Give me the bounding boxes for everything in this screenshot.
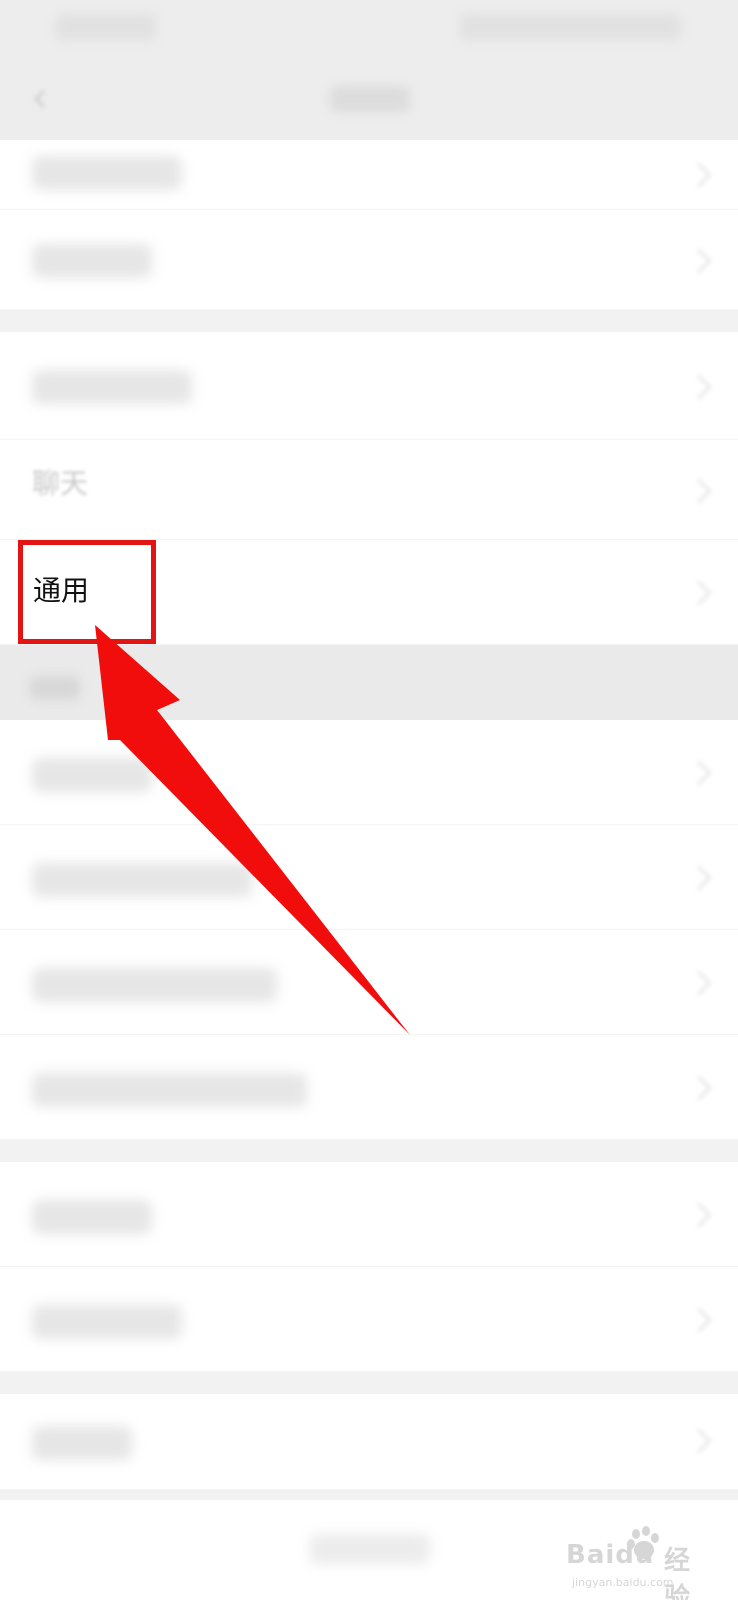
settings-item[interactable] — [0, 930, 738, 1035]
chevron-right-icon — [686, 248, 712, 274]
highlight-box: 通用 — [18, 540, 156, 644]
section-header-label — [30, 676, 80, 700]
chevron-right-icon — [686, 580, 712, 606]
chevron-right-icon — [686, 970, 712, 996]
watermark-url: jingyan.baidu.com — [572, 1576, 674, 1589]
general-label[interactable]: 通用 — [33, 571, 89, 611]
logout-button[interactable] — [310, 1534, 430, 1564]
blurred-label — [32, 1200, 152, 1234]
settings-item[interactable] — [0, 1267, 738, 1372]
group-separator — [0, 310, 738, 332]
settings-item[interactable] — [0, 1035, 738, 1140]
chat-label: 聊天 — [32, 467, 89, 500]
blurred-label — [32, 1073, 307, 1107]
blurred-label — [32, 758, 152, 792]
settings-item[interactable] — [0, 720, 738, 825]
chevron-right-icon — [686, 374, 712, 400]
blurred-label — [32, 156, 182, 190]
status-bar — [0, 0, 738, 60]
back-icon[interactable] — [30, 88, 52, 110]
blurred-label — [32, 244, 152, 278]
section-header — [0, 645, 738, 720]
baidu-paw-icon — [627, 1526, 659, 1559]
settings-item[interactable] — [0, 210, 738, 310]
settings-item-chat[interactable]: 聊天 — [0, 440, 738, 540]
blurred-label — [32, 1305, 182, 1339]
page-title — [330, 86, 410, 112]
watermark-product: 经验 — [664, 1546, 692, 1600]
settings-item[interactable] — [0, 332, 738, 440]
chevron-right-icon — [686, 478, 712, 504]
chevron-right-icon — [686, 162, 712, 188]
chevron-right-icon — [686, 1075, 712, 1101]
blurred-label — [32, 968, 277, 1002]
chevron-right-icon — [686, 1428, 712, 1454]
settings-item[interactable] — [0, 1162, 738, 1267]
settings-item[interactable] — [0, 140, 738, 210]
status-indicators — [460, 14, 680, 40]
blurred-label — [32, 863, 252, 897]
blurred-label — [32, 370, 192, 404]
settings-item[interactable] — [0, 825, 738, 930]
chevron-right-icon — [686, 1307, 712, 1333]
group-separator — [0, 1140, 738, 1162]
chevron-right-icon — [686, 865, 712, 891]
status-time — [56, 14, 156, 40]
chevron-right-icon — [686, 1202, 712, 1228]
chevron-right-icon — [686, 760, 712, 786]
blurred-label — [32, 1426, 132, 1460]
settings-item[interactable] — [0, 1394, 738, 1490]
watermark: Baidu 经验 jingyan.baidu.com — [566, 1526, 716, 1600]
group-separator — [0, 1372, 738, 1394]
group-separator — [0, 1490, 738, 1500]
